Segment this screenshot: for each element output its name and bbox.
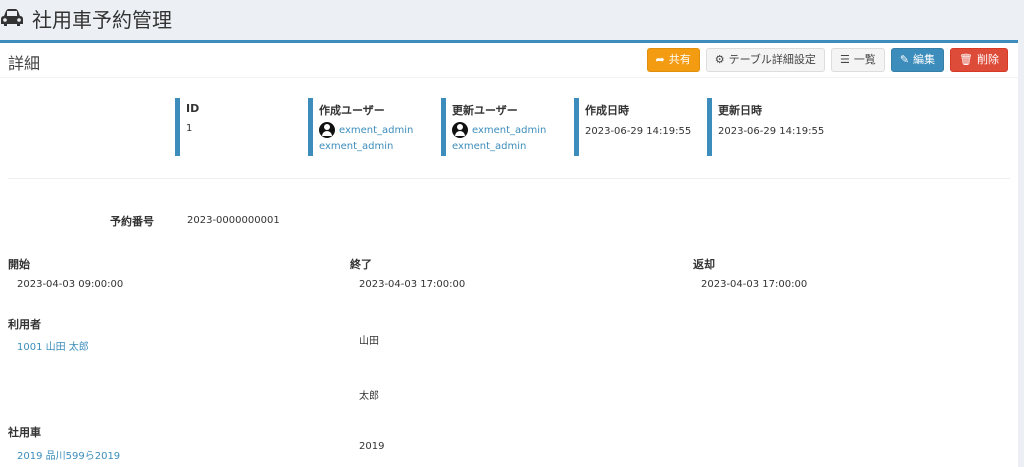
user-label: 利用者 [8, 318, 41, 331]
meta-created: 作成日時 2023-06-29 14:19:55 [574, 98, 691, 156]
toolbar: ➦ 共有 ⚙ テーブル詳細設定 ☰ 一覧 ✎ 編集 🗑 削除 [646, 48, 1008, 72]
start-value: 2023-04-03 09:00:00 [17, 279, 124, 290]
share-button[interactable]: ➦ 共有 [646, 48, 700, 72]
app-title: 社用車予約管理 [32, 7, 172, 32]
user-link[interactable]: 1001 山田 太郎 [17, 338, 89, 353]
reserve-no-label: 予約番号 [110, 215, 154, 228]
first-name-value: 太郎 [359, 391, 379, 402]
updater-sub[interactable]: exment_admin [452, 141, 546, 152]
end-label: 終了 [350, 258, 372, 271]
trash-icon: 🗑 [959, 53, 973, 66]
gear-icon: ⚙ [714, 53, 725, 66]
meta-info: ID 1 作成ユーザー exment_admin exment_admin 更新… [0, 98, 1018, 160]
car-link[interactable]: 2019 品川599ら2019 [17, 447, 120, 462]
share-icon: ➦ [655, 53, 665, 66]
end-value: 2023-04-03 17:00:00 [359, 279, 466, 290]
list-button[interactable]: ☰ 一覧 [830, 48, 885, 72]
table-setting-button[interactable]: ⚙ テーブル詳細設定 [705, 48, 825, 72]
updater-link[interactable]: exment_admin [472, 125, 546, 136]
last-name-value: 山田 [359, 336, 379, 347]
car-no-value: 2019 [359, 441, 385, 452]
delete-button[interactable]: 🗑 削除 [950, 48, 1008, 72]
start-label: 開始 [8, 258, 30, 271]
meta-updated: 更新日時 2023-06-29 14:19:55 [707, 98, 824, 156]
avatar [319, 122, 335, 138]
app-header: 社用車予約管理 [0, 0, 1024, 36]
car-icon [0, 4, 26, 32]
meta-updater: 更新ユーザー exment_admin exment_admin [441, 98, 546, 156]
creator-link[interactable]: exment_admin [339, 125, 413, 136]
meta-creator: 作成ユーザー exment_admin exment_admin [308, 98, 413, 156]
creator-sub[interactable]: exment_admin [319, 141, 413, 152]
return-value: 2023-04-03 17:00:00 [701, 279, 808, 290]
avatar [452, 122, 468, 138]
box-title: 詳細 [8, 54, 41, 73]
reserve-no-value: 2023-0000000001 [187, 215, 280, 226]
return-label: 返却 [693, 258, 715, 271]
box-header: 詳細 ➦ 共有 ⚙ テーブル詳細設定 ☰ 一覧 ✎ 編集 🗑 削除 [0, 43, 1018, 78]
detail-box: 詳細 ➦ 共有 ⚙ テーブル詳細設定 ☰ 一覧 ✎ 編集 🗑 削除 ID 1 作… [0, 40, 1018, 467]
car-label: 社用車 [8, 426, 41, 439]
list-icon: ☰ [839, 53, 850, 66]
meta-id: ID 1 [175, 98, 199, 156]
divider [8, 178, 1010, 179]
edit-icon: ✎ [899, 53, 910, 66]
edit-button[interactable]: ✎ 編集 [890, 48, 945, 72]
